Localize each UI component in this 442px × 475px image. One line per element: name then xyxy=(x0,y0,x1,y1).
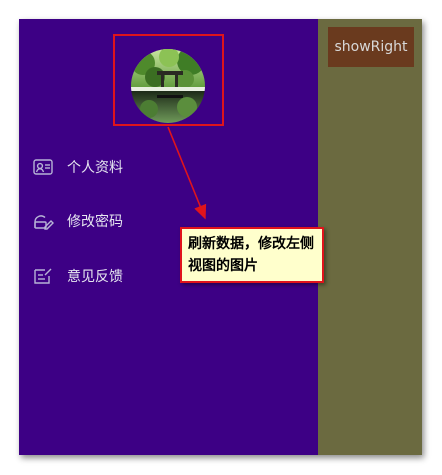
annotation-callout: 刷新数据，修改左侧视图的图片 xyxy=(180,227,324,283)
avatar-highlight-box xyxy=(113,34,224,126)
menu-item-feedback[interactable]: 意见反馈 xyxy=(31,264,123,288)
menu-item-label: 意见反馈 xyxy=(67,269,123,285)
menu-item-label: 修改密码 xyxy=(67,214,123,230)
feedback-icon xyxy=(31,264,55,288)
avatar-photo xyxy=(131,49,205,123)
edit-password-icon xyxy=(31,209,55,233)
avatar[interactable] xyxy=(131,49,205,123)
menu-item-change-password[interactable]: 修改密码 xyxy=(31,209,123,233)
menu-item-profile[interactable]: 个人资料 xyxy=(31,155,123,179)
main-content: showRight xyxy=(318,19,422,455)
profile-card-icon xyxy=(31,155,55,179)
menu-item-label: 个人资料 xyxy=(67,160,123,176)
show-right-button[interactable]: showRight xyxy=(328,27,414,67)
